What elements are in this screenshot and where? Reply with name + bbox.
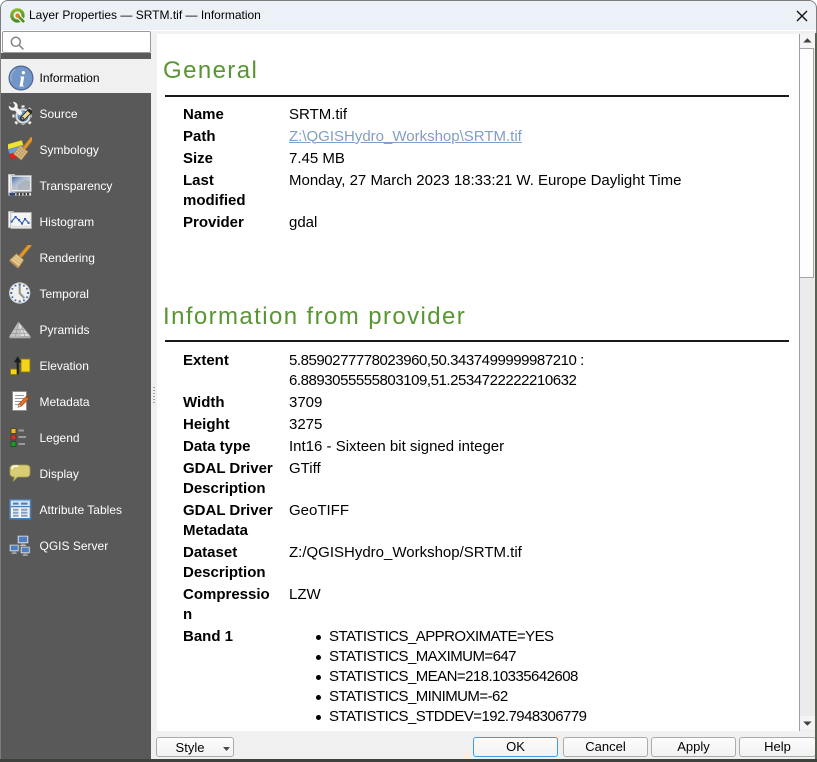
svg-text:i: i: [19, 66, 26, 91]
